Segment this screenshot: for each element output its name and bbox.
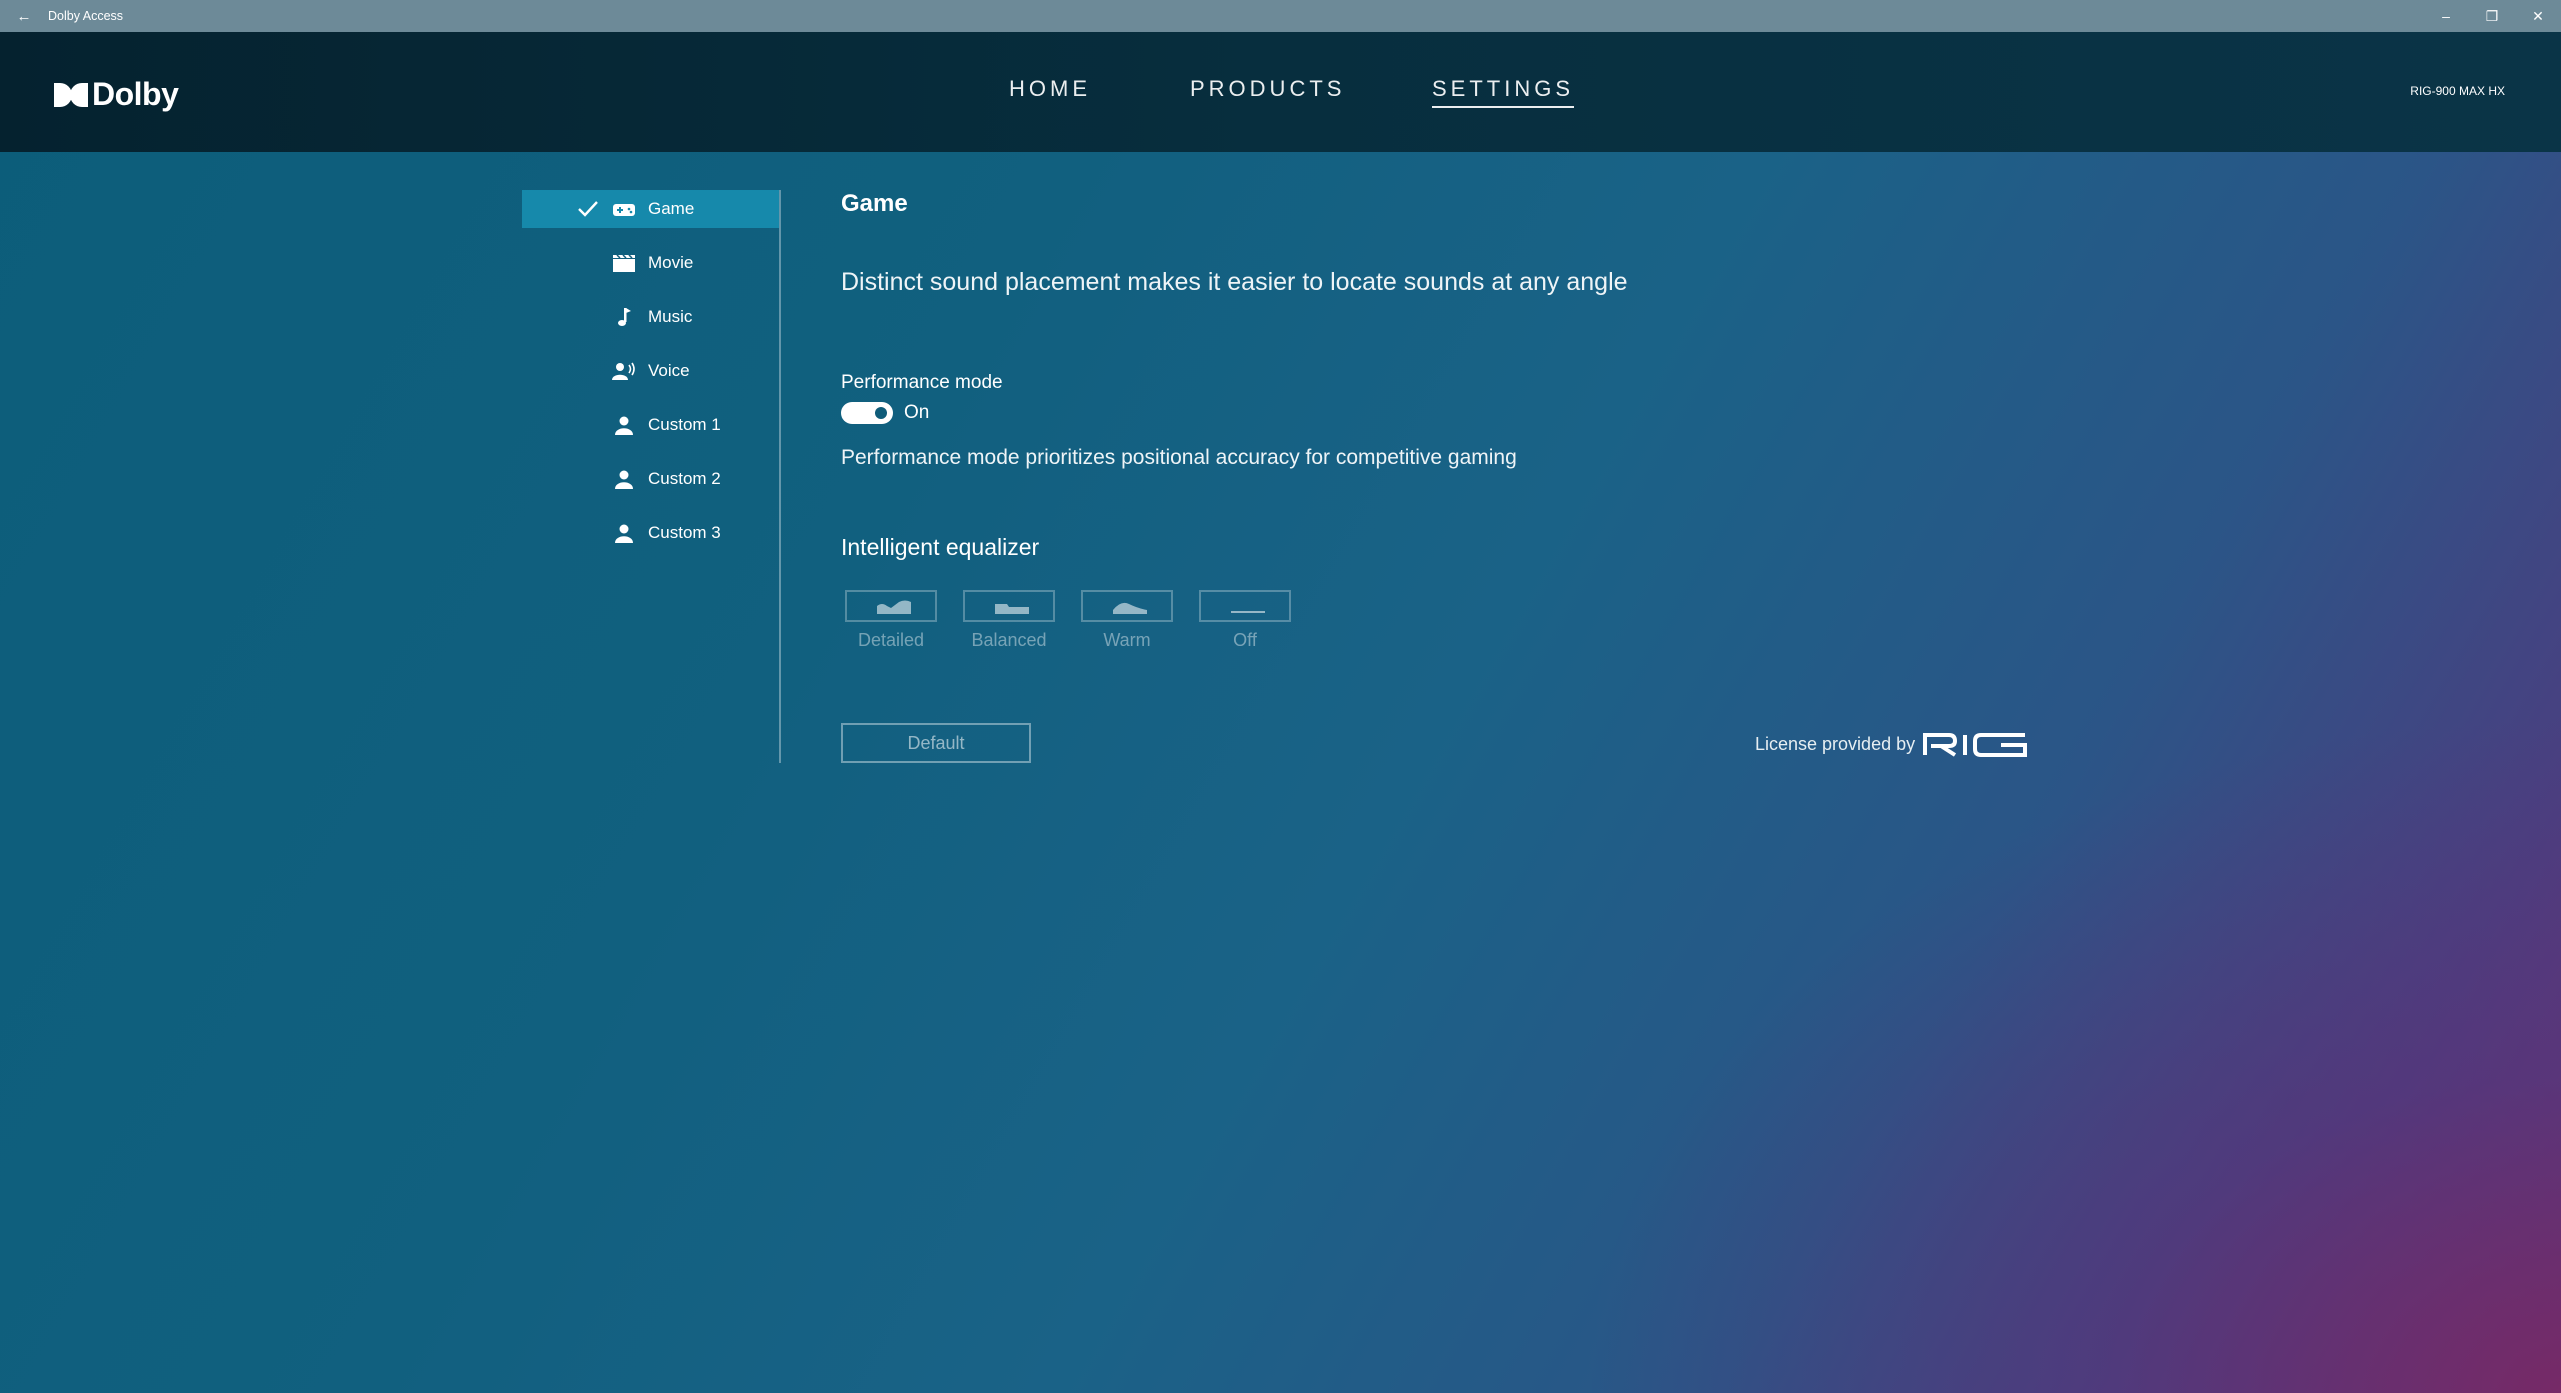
sidebar-item-custom-1[interactable]: Custom 1 (522, 406, 779, 444)
toggle-knob (875, 407, 887, 419)
music-note-icon (618, 308, 631, 326)
eq-warm-button[interactable] (1081, 590, 1173, 622)
checkmark-icon (578, 201, 598, 217)
sidebar-item-label: Game (648, 199, 695, 218)
sidebar-item-movie[interactable]: Movie (522, 244, 779, 282)
eq-off-label: Off (1233, 630, 1257, 650)
sidebar-item-custom-2[interactable]: Custom 2 (522, 460, 779, 498)
eq-off-button[interactable] (1199, 590, 1291, 622)
sidebar-item-label: Custom 3 (648, 523, 721, 542)
sidebar-item-game[interactable]: Game (522, 190, 779, 228)
toggle-state-label: On (904, 402, 930, 423)
eq-warm-label: Warm (1103, 630, 1151, 650)
dolby-double-d-icon (54, 82, 88, 107)
sidebar-item-label: Music (648, 307, 693, 326)
nav-settings[interactable]: SETTINGS (1432, 76, 1575, 108)
sidebar-item-label: Custom 2 (648, 469, 721, 488)
sidebar-item-label: Custom 1 (648, 415, 721, 434)
minimize-icon[interactable]: – (2423, 0, 2469, 32)
page-title: Game (841, 190, 908, 217)
eq-warm-icon (1113, 602, 1147, 614)
sidebar-item-label: Movie (648, 253, 694, 272)
license-info: License provided by (1755, 730, 2031, 758)
eq-off-icon (1231, 611, 1265, 613)
sidebar-item-custom-3[interactable]: Custom 3 (522, 514, 779, 552)
nav-products[interactable]: PRODUCTS (1190, 76, 1345, 102)
title-bar: ← Dolby Access – ❐ ✕ (0, 0, 2561, 32)
app-header: Dolby HOME PRODUCTS SETTINGS RIG-900 MAX… (0, 32, 2561, 152)
sidebar-item-voice[interactable]: Voice (522, 352, 779, 390)
performance-mode-toggle[interactable] (841, 402, 893, 424)
close-icon[interactable]: ✕ (2515, 0, 2561, 32)
brand-name: Dolby (92, 76, 179, 112)
license-text: License provided by (1755, 733, 1916, 754)
performance-mode-description: Performance mode prioritizes positional … (841, 446, 1517, 469)
voice-icon (612, 362, 635, 380)
eq-detailed-label: Detailed (857, 630, 925, 650)
profile-description: Distinct sound placement makes it easier… (841, 268, 1628, 296)
eq-balanced-icon (995, 604, 1029, 614)
dolby-logo[interactable]: Dolby (54, 76, 179, 113)
performance-mode-label: Performance mode (841, 372, 1003, 393)
person-icon (615, 524, 633, 543)
eq-detailed-icon (877, 600, 911, 614)
eq-balanced-button[interactable] (963, 590, 1055, 622)
rig-logo (1923, 733, 2028, 757)
profile-sidebar: Game Movie Music Voice Custom 1 Custom 2… (522, 190, 781, 763)
equalizer-title: Intelligent equalizer (841, 534, 1040, 560)
window-title: Dolby Access (48, 9, 124, 23)
clapperboard-icon (613, 254, 635, 272)
gamepad-icon (613, 204, 635, 216)
eq-detailed-button[interactable] (845, 590, 937, 622)
default-button[interactable]: Default (841, 723, 1031, 763)
sidebar-item-music[interactable]: Music (522, 298, 779, 336)
person-icon (615, 470, 633, 489)
sidebar-item-label: Voice (648, 361, 690, 380)
eq-balanced-label: Balanced (971, 630, 1047, 650)
person-icon (615, 416, 633, 435)
restore-icon[interactable]: ❐ (2469, 0, 2515, 32)
background (0, 0, 2561, 1393)
nav-home[interactable]: HOME (1009, 76, 1091, 102)
device-name[interactable]: RIG-900 MAX HX (2410, 84, 2505, 98)
back-arrow-icon[interactable]: ← (0, 8, 48, 25)
